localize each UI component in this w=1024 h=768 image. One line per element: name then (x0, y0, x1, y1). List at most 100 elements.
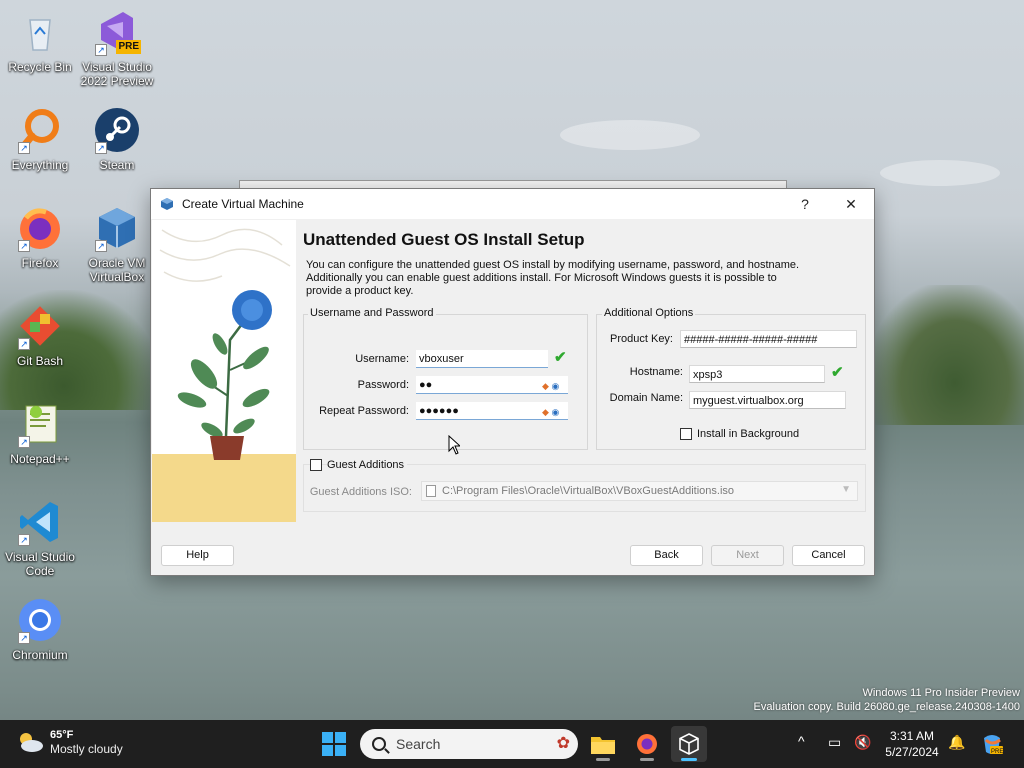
username-label: Username: (355, 353, 409, 365)
scenery-hill (870, 285, 1024, 425)
chromium-icon: ↗ (16, 596, 64, 644)
search-highlight-flower-icon: ✿ (556, 735, 570, 752)
firefox-icon: ↗ (16, 204, 64, 252)
username-valid-check-icon: ✔ (554, 349, 567, 366)
volume-muted-icon[interactable]: 🔇 (854, 734, 871, 751)
shortcut-arrow-icon: ↗ (18, 240, 30, 252)
install-in-background-label: Install in Background (697, 428, 800, 440)
virtualbox-icon (161, 198, 173, 210)
cloudy-weather-icon (16, 730, 44, 754)
vscode-icon: ↗ (16, 498, 64, 546)
svg-text:PRE: PRE (991, 749, 1003, 755)
guest-additions-iso-label: Guest Additions ISO: (309, 486, 412, 498)
shortcut-arrow-icon: ↗ (95, 240, 107, 252)
taskbar-file-explorer[interactable] (585, 726, 621, 762)
create-vm-dialog: Create Virtual Machine ? ✕ Unattended Gu… (150, 188, 875, 576)
steam-icon: ↗ (93, 106, 141, 154)
close-button[interactable]: ✕ (828, 189, 874, 219)
username-password-group-title: Username and Password (308, 307, 436, 319)
dialog-title: Create Virtual Machine (182, 197, 304, 211)
page-heading: Unattended Guest OS Install Setup (303, 230, 585, 249)
network-monitor-icon[interactable]: ▭ (828, 734, 841, 751)
chevron-down-icon: ▼ (841, 484, 851, 495)
firefox-icon (637, 734, 657, 754)
virtualbox-icon (679, 733, 699, 755)
visual-studio-icon: PRE ↗ (93, 8, 141, 56)
guest-additions-iso-path: C:\Program Files\Oracle\VirtualBox\VBoxG… (442, 485, 735, 497)
windows-logo-tile (322, 745, 333, 756)
desktop-icon-firefox[interactable]: ↗ Firefox (0, 204, 80, 270)
help-button[interactable]: Help (161, 545, 234, 566)
back-button[interactable]: Back (630, 545, 703, 566)
notification-bell-icon[interactable]: 🔔 (948, 734, 965, 751)
windows-logo-tile (335, 745, 346, 756)
domain-name-input[interactable]: myguest.virtualbox.org (689, 391, 846, 409)
guest-additions-checkbox[interactable] (310, 459, 322, 471)
clock-time: 3:31 AM (889, 729, 935, 743)
desktop-icon-recycle-bin[interactable]: Recycle Bin (0, 8, 80, 74)
page-description: You can configure the unattended guest O… (306, 259, 800, 297)
running-indicator (640, 758, 654, 761)
wizard-illustration (152, 220, 296, 522)
product-key-input[interactable]: #####-#####-#####-##### (680, 330, 857, 348)
desktop-icon-visual-studio-code[interactable]: ↗ Visual Studio Code (0, 498, 80, 578)
password-warning-icon: ◆ ◉ (542, 381, 560, 391)
cloud (560, 120, 700, 150)
desktop-icon-steam[interactable]: ↗ Steam (77, 106, 157, 172)
desktop-icon-notepad-plus-plus[interactable]: ↗ Notepad++ (0, 400, 80, 466)
additional-options-group-title: Additional Options (602, 307, 696, 319)
guest-additions-iso-select[interactable]: C:\Program Files\Oracle\VirtualBox\VBoxG… (421, 481, 858, 501)
taskbar: 65°F Mostly cloudy Search ✿ ^ ▭ 🔇 3:31 A… (0, 720, 1024, 768)
plant-illustration (159, 228, 291, 460)
virtualbox-icon: ↗ (93, 204, 141, 252)
folder-icon (591, 737, 615, 754)
desktop-icon-chromium[interactable]: ↗ Chromium (0, 596, 80, 662)
notepad-plus-plus-icon: ↗ (16, 400, 64, 448)
shortcut-arrow-icon: ↗ (18, 436, 30, 448)
hostname-label: Hostname: (629, 366, 683, 378)
install-in-background-checkbox[interactable] (680, 428, 692, 440)
windows-logo-tile (335, 732, 346, 743)
shortcut-arrow-icon: ↗ (18, 338, 30, 350)
clock-date: 5/27/2024 (885, 745, 939, 759)
search-placeholder: Search (396, 736, 441, 752)
help-question-button[interactable]: ? (782, 189, 828, 219)
watermark-line-2: Evaluation copy. Build 26080.ge_release.… (753, 701, 1020, 713)
taskbar-virtualbox[interactable] (671, 726, 707, 762)
shortcut-arrow-icon: ↗ (18, 632, 30, 644)
desktop-icon-oracle-vm-virtualbox[interactable]: ↗ Oracle VM VirtualBox (77, 204, 157, 284)
shortcut-arrow-icon: ↗ (18, 142, 30, 154)
dialog-titlebar[interactable]: Create Virtual Machine ? ✕ (151, 189, 874, 219)
desktop-icon-git-bash[interactable]: ↗ Git Bash (0, 302, 80, 368)
username-input[interactable]: vboxuser (416, 350, 548, 368)
copilot-icon[interactable]: PRE (980, 732, 1004, 756)
watermark-line-1: Windows 11 Pro Insider Preview (862, 687, 1020, 699)
running-indicator (596, 758, 610, 761)
domain-name-label: Domain Name: (609, 392, 683, 404)
show-hidden-icons-chevron[interactable]: ^ (798, 733, 805, 749)
taskbar-firefox[interactable] (629, 726, 665, 762)
windows-logo-tile (322, 732, 333, 743)
mouse-cursor-icon (448, 435, 460, 455)
everything-search-icon: ↗ (16, 106, 64, 154)
cloud (880, 160, 1000, 186)
hostname-input[interactable]: xpsp3 (689, 365, 825, 383)
desktop-icon-visual-studio-2022[interactable]: PRE ↗ Visual Studio 2022 Preview (77, 8, 157, 88)
password-label: Password: (357, 379, 409, 391)
product-key-label: Product Key: (610, 333, 673, 345)
windows-watermark: Windows 11 Pro Insider Preview Evaluatio… (754, 686, 1020, 714)
start-button[interactable] (322, 732, 346, 756)
cancel-button[interactable]: Cancel (792, 545, 865, 566)
desktop-icon-everything[interactable]: ↗ Everything (0, 106, 80, 172)
file-icon (426, 485, 436, 497)
weather-widget[interactable]: 65°F Mostly cloudy (16, 728, 123, 756)
shortcut-arrow-icon: ↗ (95, 44, 107, 56)
taskbar-clock[interactable]: 3:31 AM 5/27/2024 (880, 728, 944, 760)
taskbar-search-box[interactable]: Search ✿ (360, 729, 578, 759)
shortcut-arrow-icon: ↗ (95, 142, 107, 154)
next-button[interactable]: Next (711, 545, 784, 566)
guest-additions-label: Guest Additions (327, 459, 408, 471)
repeat-password-warning-icon: ◆ ◉ (542, 407, 560, 417)
pre-badge: PRE (116, 40, 141, 54)
recycle-bin-icon (16, 8, 64, 56)
